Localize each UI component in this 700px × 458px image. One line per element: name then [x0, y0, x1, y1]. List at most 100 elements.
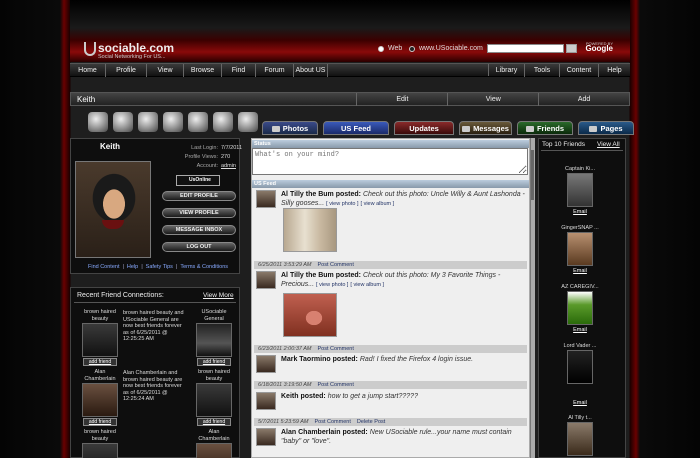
connection-name[interactable]: brown haired beauty: [80, 429, 120, 442]
friend-photo[interactable]: [567, 291, 593, 325]
connection-photo[interactable]: [196, 443, 232, 458]
view-all-link[interactable]: View All: [597, 141, 620, 148]
help-link[interactable]: Help: [127, 264, 138, 270]
view-album-link[interactable]: [ view album ]: [350, 282, 384, 288]
safety-tips-link[interactable]: Safety Tips: [146, 264, 173, 270]
avatar[interactable]: [75, 161, 151, 258]
tab-us-feed[interactable]: US Feed: [323, 121, 389, 135]
view-photo-link[interactable]: [ view photo ]: [316, 282, 348, 288]
profile-add-link[interactable]: Add: [538, 92, 629, 106]
person-icon[interactable]: [213, 112, 233, 132]
nav-view[interactable]: View: [147, 64, 184, 77]
logo-u-icon[interactable]: [84, 42, 96, 56]
search-button[interactable]: [566, 44, 577, 53]
feed-author[interactable]: Al Tilly the Bum posted:: [281, 272, 361, 279]
nav-find[interactable]: Find: [222, 64, 256, 77]
computer-icon[interactable]: [163, 112, 183, 132]
tab-messages[interactable]: Messages: [459, 121, 512, 135]
user-icon[interactable]: [138, 112, 158, 132]
connection-name[interactable]: brown haired beauty: [80, 309, 120, 322]
connection-name[interactable]: Alan Chamberlain: [194, 429, 234, 442]
add-friend-button[interactable]: add friend: [83, 418, 117, 426]
friend-name[interactable]: GingerSNAP ...: [552, 225, 608, 231]
connection-photo[interactable]: [82, 443, 118, 458]
profile-view-link[interactable]: View: [447, 92, 538, 106]
friend-email-link[interactable]: Email: [552, 327, 608, 333]
terms-link[interactable]: Terms & Conditions: [180, 264, 228, 270]
friend-email-link[interactable]: Email: [552, 268, 608, 274]
nav-forum[interactable]: Forum: [256, 64, 294, 77]
edit-profile-button[interactable]: EDIT PROFILE: [162, 191, 236, 201]
feed-author[interactable]: Al Tilly the Bum posted:: [281, 191, 361, 198]
feed-avatar[interactable]: [256, 190, 276, 208]
site-logo[interactable]: sociable.com: [98, 41, 174, 55]
post-comment-link[interactable]: Post Comment: [318, 382, 354, 388]
tab-pages[interactable]: Pages: [578, 121, 634, 135]
friend-photo[interactable]: [567, 173, 593, 207]
friend-name[interactable]: Captain Ki...: [552, 166, 608, 172]
pages-icon: [589, 126, 598, 133]
friend-name[interactable]: Lord Vader ...: [552, 343, 608, 349]
friend-email-link[interactable]: Email: [552, 400, 608, 406]
feed-author[interactable]: Alan Chamberlain posted:: [281, 429, 368, 436]
radio-web[interactable]: [378, 46, 384, 52]
friends-icon[interactable]: [188, 112, 208, 132]
profile-icon[interactable]: [238, 112, 258, 132]
nav-library[interactable]: Library: [489, 64, 525, 77]
view-more-link[interactable]: View More: [203, 292, 234, 299]
post-comment-link[interactable]: Post Comment: [318, 262, 354, 268]
friend-name[interactable]: Al Tilly t...: [552, 415, 608, 421]
friend-name[interactable]: AZ CAREGIV...: [552, 284, 608, 290]
feed-author[interactable]: Mark Taormino posted:: [281, 356, 358, 363]
last-login-value: 7/7/2011: [221, 145, 243, 151]
nav-about[interactable]: About US: [294, 64, 328, 77]
delete-post-link[interactable]: Delete Post: [357, 419, 385, 425]
tab-friends[interactable]: Friends: [517, 121, 573, 135]
nav-profile[interactable]: Profile: [106, 64, 147, 77]
add-friend-button[interactable]: add friend: [197, 418, 231, 426]
feed-avatar[interactable]: [256, 392, 276, 410]
feed-photo[interactable]: [283, 208, 337, 252]
feed-avatar[interactable]: [256, 428, 276, 446]
account-value[interactable]: admin: [221, 163, 236, 169]
connection-name[interactable]: Alan Chamberlain: [80, 369, 120, 382]
friend-photo[interactable]: [567, 422, 593, 456]
status-input[interactable]: [252, 148, 528, 175]
feed-author[interactable]: Keith posted:: [281, 393, 326, 400]
feed-scrollbar-thumb[interactable]: [531, 150, 534, 200]
add-friend-button[interactable]: add friend: [83, 358, 117, 366]
connection-name[interactable]: USociable General: [194, 309, 234, 322]
tab-photos[interactable]: Photos: [262, 121, 318, 135]
friend-email-link[interactable]: Email: [552, 209, 608, 215]
group-icon[interactable]: [113, 112, 133, 132]
search-input[interactable]: [487, 44, 564, 53]
log-out-button[interactable]: LOG OUT: [162, 242, 236, 252]
feed-photo[interactable]: [283, 293, 337, 337]
view-photo-link[interactable]: [ view photo ]: [326, 201, 358, 207]
nav-home[interactable]: Home: [70, 64, 106, 77]
message-inbox-button[interactable]: MESSAGE INBOX: [162, 225, 236, 235]
find-content-link[interactable]: Find Content: [88, 264, 120, 270]
connection-photo[interactable]: [82, 323, 118, 357]
post-comment-link[interactable]: Post Comment: [314, 419, 350, 425]
post-comment-link[interactable]: Post Comment: [318, 346, 354, 352]
nav-help[interactable]: Help: [599, 64, 630, 77]
nav-tools[interactable]: Tools: [525, 64, 560, 77]
view-profile-button[interactable]: VIEW PROFILE: [162, 208, 236, 218]
nav-content[interactable]: Content: [560, 64, 599, 77]
profile-edit-link[interactable]: Edit: [356, 92, 447, 106]
connection-photo[interactable]: [196, 383, 232, 417]
connection-photo[interactable]: [196, 323, 232, 357]
tab-updates[interactable]: Updates: [394, 121, 454, 135]
radio-site[interactable]: [409, 46, 415, 52]
nav-browse[interactable]: Browse: [184, 64, 222, 77]
feed-avatar[interactable]: [256, 355, 276, 373]
trash-icon[interactable]: [88, 112, 108, 132]
friend-photo[interactable]: [567, 350, 593, 384]
connection-photo[interactable]: [82, 383, 118, 417]
connection-name[interactable]: brown haired beauty: [194, 369, 234, 382]
add-friend-button[interactable]: add friend: [197, 358, 231, 366]
friend-photo[interactable]: [567, 232, 593, 266]
view-album-link[interactable]: [ view album ]: [361, 201, 395, 207]
feed-avatar[interactable]: [256, 271, 276, 289]
